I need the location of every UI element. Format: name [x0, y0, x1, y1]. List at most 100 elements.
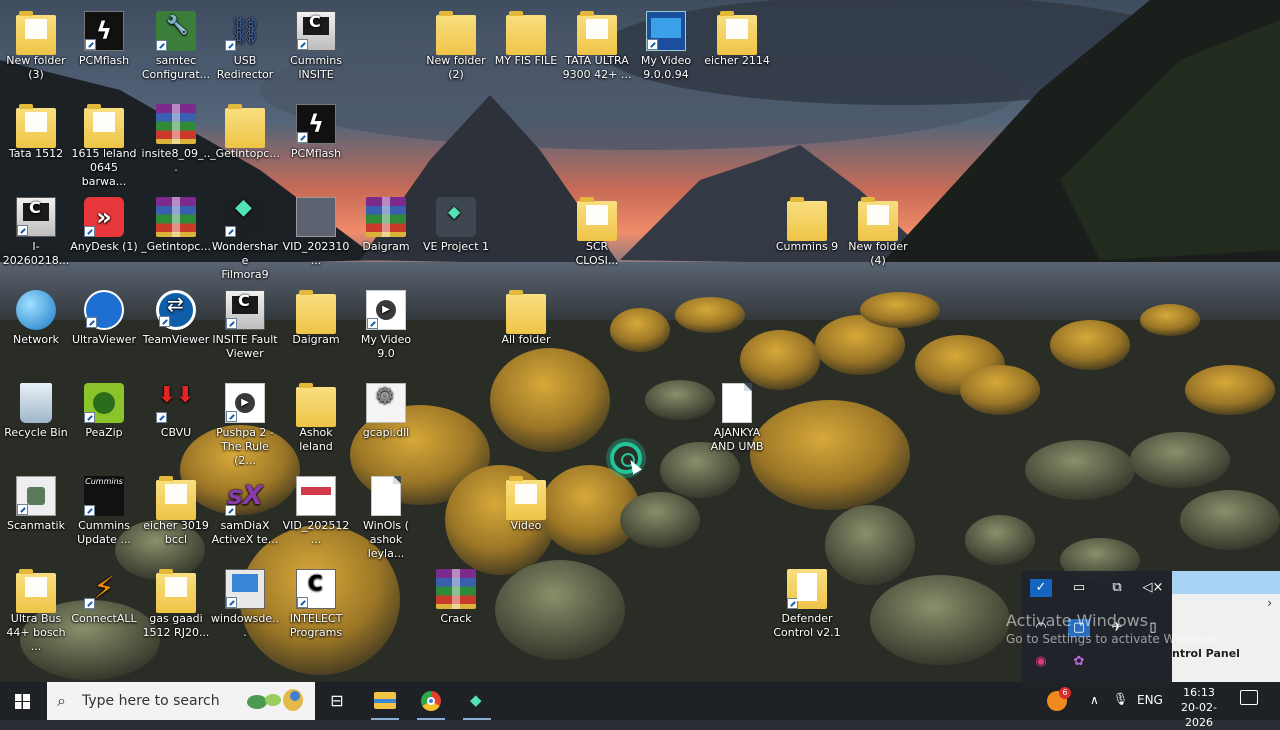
desktop-icon-tata-ultra[interactable]: TATA ULTRA 9300 42+ ... — [561, 5, 633, 82]
desktop-icon-intelect[interactable]: INTELECT Programs — [280, 563, 352, 640]
folder-icon — [787, 197, 827, 241]
task-view-button[interactable]: ⊟ — [322, 682, 352, 720]
desktop-icon-ashok-leland[interactable]: Ashok leland — [280, 377, 352, 454]
desktop-icon-connectall[interactable]: ⚡ ConnectALL — [68, 563, 140, 626]
desktop-icon-new-folder-2[interactable]: New folder (2) — [420, 5, 492, 82]
desktop-icon-insite8[interactable]: insite8_09_... — [140, 98, 212, 175]
start-button[interactable] — [0, 682, 46, 720]
desktop-icon-label: Ultra Bus 44+ bosch ... — [6, 612, 66, 653]
desktop-icon-daigram-folder[interactable]: Daigram — [280, 284, 352, 347]
taskbar-chrome[interactable] — [411, 682, 451, 720]
desktop-icon-pcmflash-2[interactable]: ϟ PCMflash — [280, 98, 352, 161]
folder-icon — [225, 104, 265, 148]
control-panel-titlebar[interactable] — [1172, 571, 1280, 594]
desktop-icon-pcmflash[interactable]: ϟ PCMflash — [68, 5, 140, 68]
search-icon: ⌕ — [57, 691, 66, 710]
desktop-icon-windowsde[interactable]: windowsde... — [209, 563, 281, 640]
screen-snip-icon[interactable]: ⧉ — [1106, 579, 1128, 597]
chevron-right-icon[interactable]: › — [1267, 596, 1272, 610]
folder-doc-icon — [16, 11, 56, 55]
desktop-icon-daigram-rar[interactable]: Daigram — [350, 191, 422, 254]
desktop-icon-label: gcapi.dll — [362, 426, 410, 439]
desktop-icon-label: New folder (3) — [6, 54, 66, 81]
desktop-icon-label: AnyDesk (1) — [70, 240, 138, 253]
desktop-icon-eicher-3019[interactable]: eicher 3019 bccl — [140, 470, 212, 547]
desktop-icon-label: INSITE Fault Viewer — [212, 333, 278, 360]
desktop-icon-recycle-bin[interactable]: Recycle Bin — [0, 377, 72, 440]
mute-icon[interactable]: ◁× — [1142, 579, 1164, 597]
taskbar-filmora[interactable] — [457, 682, 497, 720]
desktop-icon-anydesk[interactable]: » AnyDesk (1) — [68, 191, 140, 254]
system-clock[interactable]: 16:13 20-02-2026 — [1168, 685, 1230, 730]
folder-doc-icon — [506, 476, 546, 520]
desktop-icon-eicher-2114[interactable]: eicher 2114 — [701, 5, 773, 68]
desktop-icon-ultra-bus[interactable]: Ultra Bus 44+ bosch ... — [0, 563, 72, 654]
search-box[interactable]: ⌕ Type here to search — [47, 682, 315, 720]
video-icon — [646, 11, 686, 51]
desktop-icon-teamviewer[interactable]: TeamViewer — [140, 284, 212, 347]
desktop-icon-ajankya[interactable]: AJANKYA AND UMB — [701, 377, 773, 454]
desktop-icon-scr-closi[interactable]: SCR CLOSI... — [561, 191, 633, 268]
desktop-icon-cummins-insite[interactable]: Cummins INSITE — [280, 5, 352, 82]
desktop-icon-label: WinOls ( ashok leyla... — [363, 519, 409, 560]
taskbar-file-explorer[interactable] — [365, 682, 405, 720]
sx-icon: sX — [225, 476, 265, 516]
weather-widget-icon[interactable]: 6 — [1047, 687, 1071, 711]
desktop-icon-scanmatik[interactable]: Scanmatik — [0, 470, 72, 533]
desktop-icon-gcapi[interactable]: gcapi.dll — [350, 377, 422, 440]
language-indicator[interactable]: ENG — [1137, 693, 1163, 707]
desktop-icon-tata-1512[interactable]: Tata 1512 — [0, 98, 72, 161]
gray-icon — [436, 197, 476, 237]
desktop-icon-network[interactable]: Network — [0, 284, 72, 347]
desktop-icon-all-folder[interactable]: All folder — [490, 284, 562, 347]
desktop-icon-cbvu[interactable]: ⬇⬇ CBVU — [140, 377, 212, 440]
desktop-icon-new-folder-4[interactable]: New folder (4) — [842, 191, 914, 268]
desktop-icon-vid-202512[interactable]: VID_202512... — [280, 470, 352, 547]
desktop-icon-my-fis-file[interactable]: MY FIS FILE — [490, 5, 562, 68]
desktop-icon-my-video-90[interactable]: My Video 9.0 — [350, 284, 422, 361]
desktop-icon-filmora9[interactable]: Wondershare Filmora9 — [209, 191, 281, 282]
desktop-icon-leland-1615[interactable]: 1615 leland 0645 barwa... — [68, 98, 140, 189]
desktop-icon-label: New folder (2) — [426, 54, 486, 81]
desktop-icon-new-folder-3[interactable]: New folder (3) — [0, 5, 72, 82]
focus-assist-icon[interactable]: ✓ — [1030, 579, 1052, 597]
scan-icon — [16, 476, 56, 516]
desktop-icon-video-folder[interactable]: Video — [490, 470, 562, 533]
desktop-icon-label: USB Redirector — [216, 54, 274, 81]
desktop-icon-label: samtec Configurat... — [141, 54, 211, 81]
desktop-icon-winols[interactable]: WinOls ( ashok leyla... — [350, 470, 422, 561]
comp-icon — [296, 11, 336, 51]
record-icon[interactable]: ◉ — [1030, 653, 1052, 671]
desktop-icon-usb-redirector[interactable]: ⛓ USB Redirector — [209, 5, 281, 82]
windows-logo-icon — [15, 694, 30, 709]
red-icon: » — [84, 197, 124, 237]
desktop-icon-vid-202310[interactable]: VID_202310... — [280, 191, 352, 268]
copilot-icon[interactable]: ✿ — [1068, 653, 1090, 671]
microphone-icon[interactable]: 🎙 — [1113, 692, 1128, 706]
shortcut-arrow-icon — [225, 40, 236, 51]
shortcut-arrow-icon — [17, 225, 28, 236]
shortcut-arrow-icon — [787, 598, 798, 609]
battery-saver-icon[interactable]: ▭ — [1068, 579, 1090, 597]
desktop-icon-samdiax[interactable]: sX samDiaX ActiveX te... — [209, 470, 281, 547]
desktop-icon-pushpa2[interactable]: Pushpa 2 - The Rule (2... — [209, 377, 281, 468]
desktop-icon-cummins-9[interactable]: Cummins 9 — [771, 191, 843, 254]
desktop-icon-samtec[interactable]: samtec Configurat... — [140, 5, 212, 82]
desktop-icon-i-20260218[interactable]: I-20260218... — [0, 191, 72, 268]
desktop-icon-crack[interactable]: Crack — [420, 563, 492, 626]
play-icon — [366, 290, 406, 330]
desktop-icon-cummins-update[interactable]: Cummins Cummins Update ... — [68, 470, 140, 547]
desktop-icon-getintopc-2[interactable]: _Getintopc... — [140, 191, 212, 254]
desktop-icon-my-video-9094[interactable]: My Video 9.0.0.94 — [630, 5, 702, 82]
desktop-icon-gas-gaadi[interactable]: gas gaadi 1512 RJ20... — [140, 563, 212, 640]
desktop-icon-ultraviewer[interactable]: UltraViewer — [68, 284, 140, 347]
filmora-icon — [225, 197, 265, 237]
desktop-icon-ve-project[interactable]: VE Project 1 — [420, 191, 492, 254]
action-center-icon[interactable] — [1240, 690, 1258, 705]
desktop-icon-insite-fault[interactable]: INSITE Fault Viewer — [209, 284, 281, 361]
shortcut-arrow-icon — [226, 411, 237, 422]
show-hidden-icons-chevron[interactable]: ∧ — [1090, 693, 1099, 707]
desktop-icon-getintopc-1[interactable]: _Getintopc... — [209, 98, 281, 161]
desktop-icon-peazip[interactable]: PeaZip — [68, 377, 140, 440]
desktop-icon-defender-control[interactable]: Defender Control v2.1 — [771, 563, 843, 640]
